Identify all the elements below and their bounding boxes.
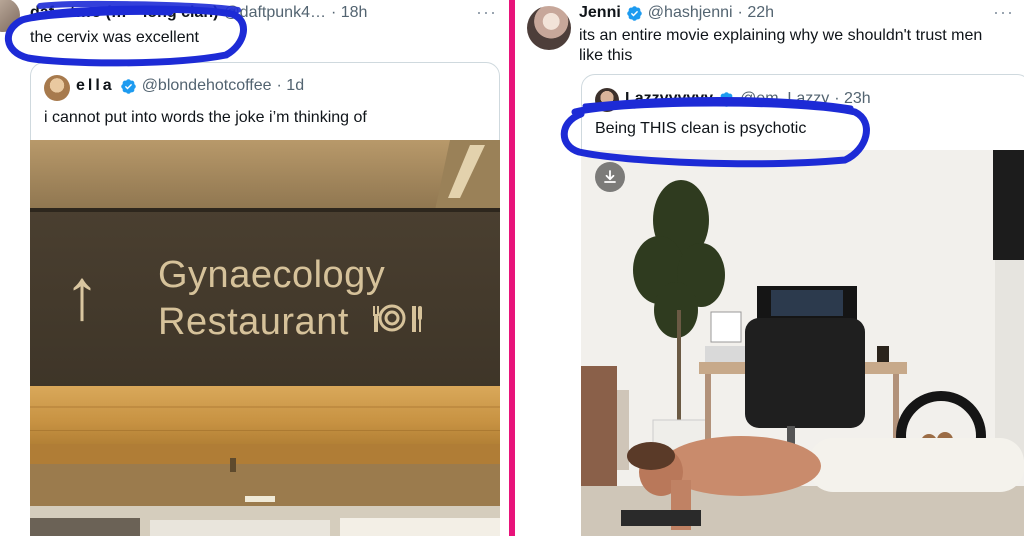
right-tweet-text: its an entire movie explaining why we sh… [579, 27, 983, 64]
verified-badge-icon [120, 78, 136, 94]
quoted-time[interactable]: · 23h [834, 90, 870, 108]
verified-badge-icon [719, 91, 734, 107]
restaurant-icon [373, 304, 422, 332]
verified-badge-icon [627, 5, 642, 21]
quoted-display-name[interactable]: ella [76, 77, 115, 95]
quoted-user-avatar[interactable] [44, 75, 70, 101]
left-handle[interactable]: @daftpunk4… [223, 4, 326, 22]
right-display-name[interactable]: Jenni [579, 4, 621, 22]
left-display-name[interactable]: daf…t…o (…—long clan) [30, 4, 218, 22]
left-time[interactable]: · 18h [331, 4, 367, 22]
more-horizontal-icon[interactable]: ··· [476, 2, 497, 23]
right-handle[interactable]: @hashjenni [648, 4, 733, 22]
right-time[interactable]: · 22h [738, 4, 774, 22]
quoted-time[interactable]: · 1d [277, 77, 305, 95]
quoted-handle[interactable]: @blondehotcoffee [142, 77, 272, 95]
left-tweet[interactable]: daf…t…o (…—long clan) @daftpunk4… · 18h … [0, 0, 509, 536]
download-icon[interactable] [595, 162, 625, 192]
left-user-avatar[interactable] [0, 0, 20, 32]
more-horizontal-icon[interactable]: ··· [993, 2, 1014, 23]
quoted-tweet-text: Being THIS clean is psychotic [595, 120, 807, 137]
quoted-display-name[interactable]: Lazzyyyyyy [625, 90, 713, 108]
right-user-avatar[interactable] [527, 6, 571, 50]
right-tweet[interactable]: Jenni @hashjenni · 22h ··· its an entire… [515, 0, 1024, 536]
quoted-handle[interactable]: @em_Lazzy [740, 90, 829, 108]
sign-line-2: Restaurant [158, 301, 349, 343]
quoted-tweet-text: i cannot put into words the joke i’m thi… [44, 109, 367, 126]
video-player[interactable] [581, 150, 1024, 536]
quoted-user-avatar[interactable] [595, 88, 619, 112]
left-tweet-text: the cervix was excellent [30, 29, 199, 46]
video-frame-svg [581, 150, 1024, 536]
sign-arrow-icon: ↑ [64, 255, 100, 335]
sign-line-1: Gynaecology [158, 254, 386, 296]
